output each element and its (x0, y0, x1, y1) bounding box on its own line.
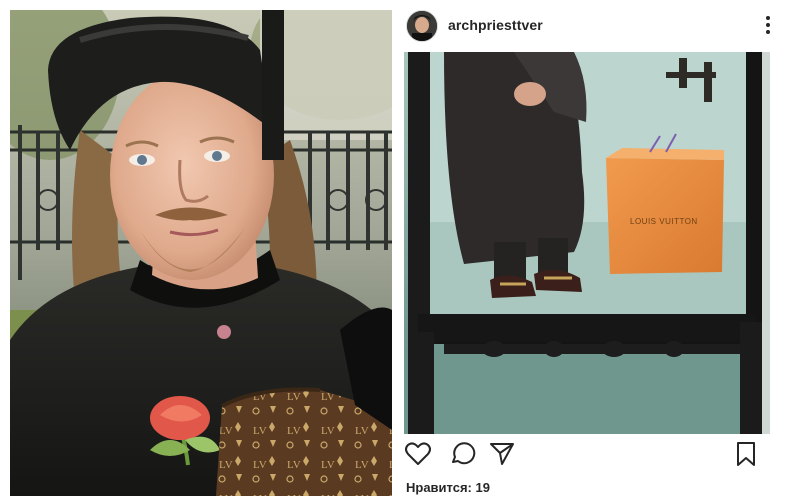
instagram-post: archpriesttver LOUIS VUITTON Нравится: 1… (404, 8, 790, 498)
username-link[interactable]: archpriesttver (448, 17, 543, 33)
post-header: archpriesttver (404, 8, 790, 44)
likes-count[interactable]: Нравится: 19 (406, 480, 490, 495)
bag-brand-text: LOUIS VUITTON (630, 217, 698, 226)
post-actions (404, 440, 790, 470)
avatar-image (407, 11, 437, 41)
mirror-scene-illustration: LOUIS VUITTON (404, 52, 770, 434)
portrait-photo: LV (10, 10, 392, 496)
portrait-illustration: LV (10, 10, 392, 496)
paper-plane-icon[interactable] (488, 440, 516, 468)
comment-bubble-icon[interactable] (448, 440, 476, 468)
bookmark-icon[interactable] (732, 440, 760, 468)
more-options-icon[interactable] (764, 14, 772, 36)
profile-avatar[interactable] (406, 10, 438, 42)
heart-icon[interactable] (404, 440, 432, 468)
post-photo[interactable]: LOUIS VUITTON (404, 52, 770, 434)
